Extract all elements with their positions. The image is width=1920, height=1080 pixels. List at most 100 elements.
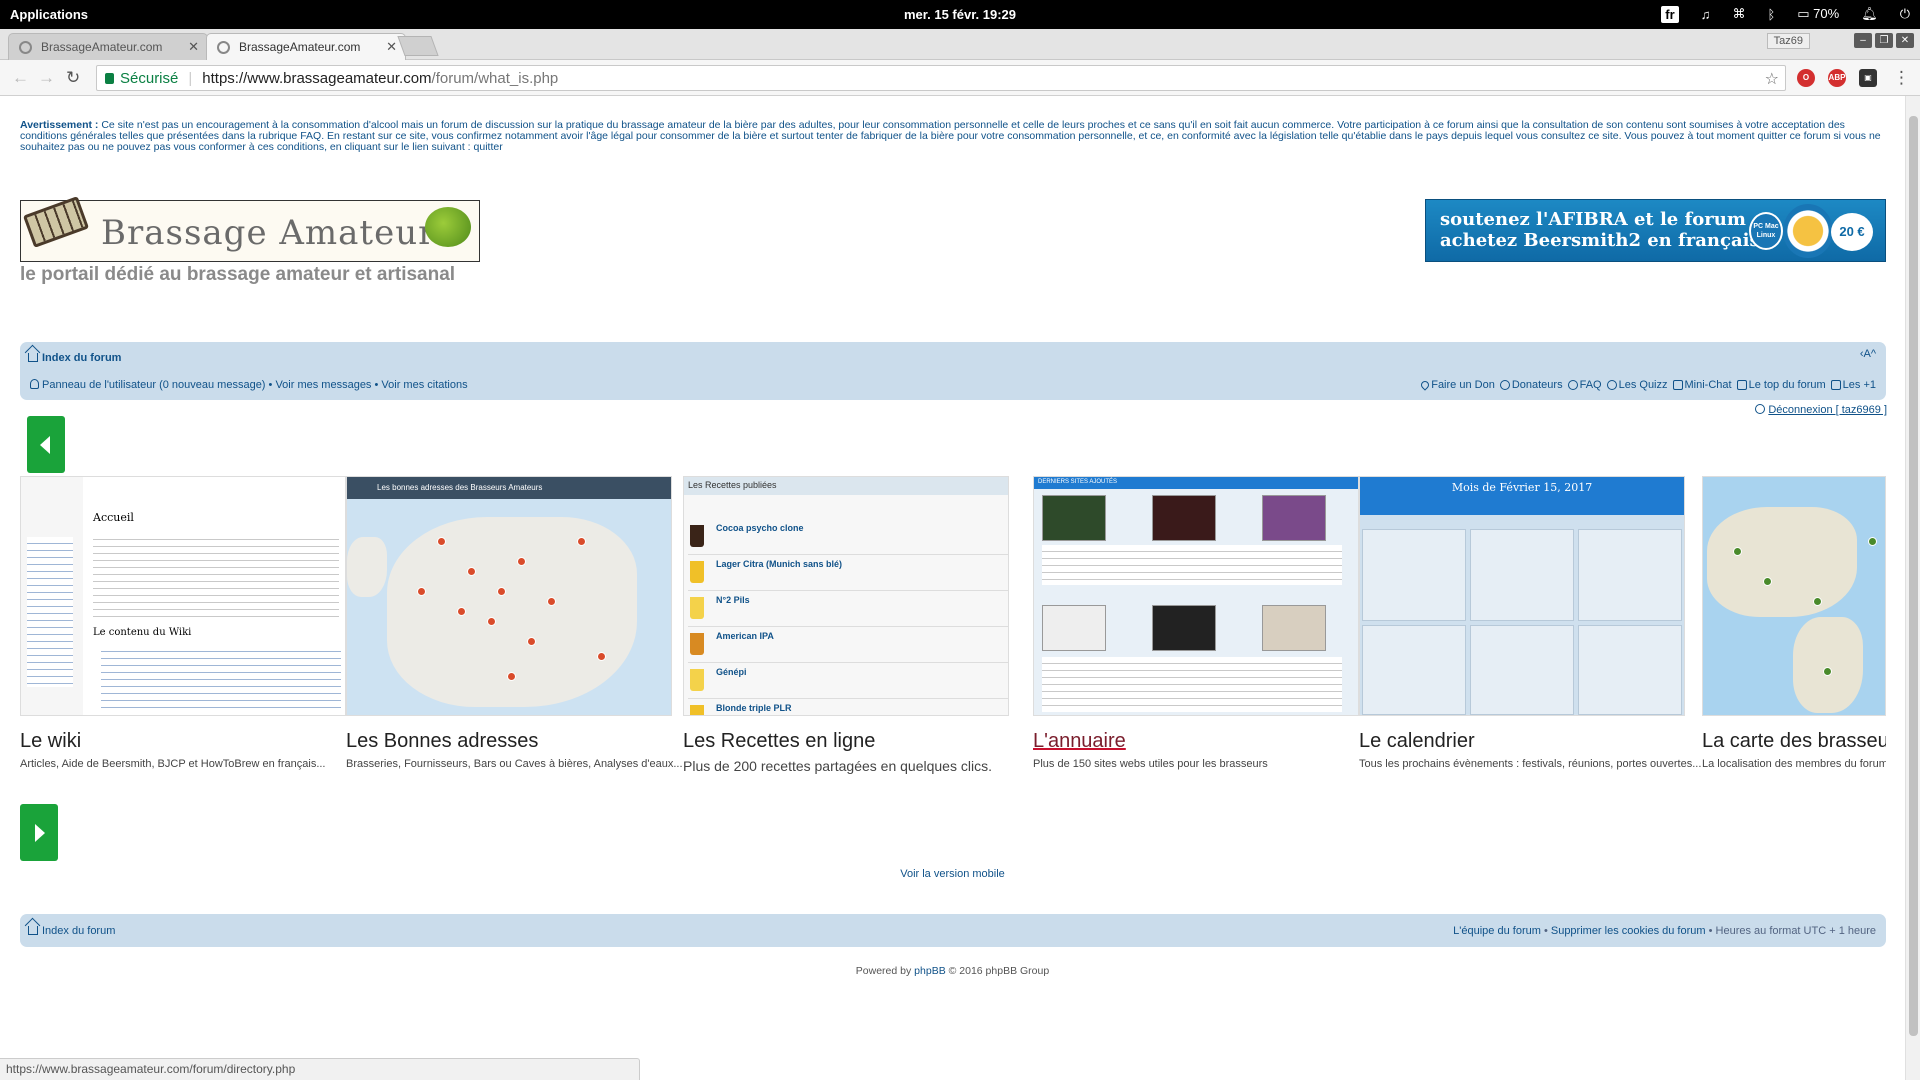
site-preview[interactable] [1042,495,1106,541]
carousel-next-button[interactable] [20,804,58,861]
bookmark-star-icon[interactable]: ☆ [1765,69,1779,89]
minimize-button[interactable]: – [1854,33,1872,48]
addresses-map-thumbnail[interactable]: Les bonnes adresses des Brasseurs Amateu… [346,476,672,716]
font-size-toggle[interactable]: ‹A^ [1860,348,1876,360]
card-title[interactable]: Le calendrier [1359,730,1475,753]
afibra-banner[interactable]: soutenez l'AFIBRA et le forum achetez Be… [1425,199,1886,262]
map-pin[interactable] [1868,537,1877,546]
calendar-thumbnail[interactable]: Mois de Février 15, 2017 [1359,476,1685,716]
forward-arrow-icon[interactable]: → [38,68,55,88]
quit-link[interactable]: quitter [474,141,503,153]
calendar-day[interactable] [1362,625,1466,715]
network-icon[interactable]: ⌘ [1732,6,1745,22]
calendar-day[interactable] [1362,529,1466,621]
map-pin[interactable] [507,672,516,681]
breadcrumb-index[interactable]: Index du forum [28,352,121,364]
my-messages-link[interactable]: Voir mes messages [275,379,371,391]
bluetooth-icon[interactable]: ᛒ [1767,7,1775,22]
quizz-label: Les Quizz [1618,379,1668,391]
footer-breadcrumb-index[interactable]: Index du forum [28,925,115,937]
recipe-name: Lager Citra (Munich sans blé) [716,559,843,569]
reload-icon[interactable]: ↻ [66,68,80,88]
map-pin[interactable] [1733,547,1742,556]
site-logo[interactable]: Brassage Amateur [20,196,480,262]
clock[interactable]: mer. 15 févr. 19:29 [0,7,1920,22]
extension-icon[interactable]: ▣ [1859,69,1877,87]
site-preview[interactable] [1262,605,1326,651]
battery-indicator[interactable]: ▭ 70% [1797,6,1839,22]
adblock-extension-icon[interactable]: ABP [1828,69,1846,87]
recipe-row[interactable]: Cocoa psycho clone [688,521,1008,555]
keyboard-layout-indicator[interactable]: fr [1661,5,1679,23]
recipe-row[interactable]: American IPA [688,629,1008,663]
plus-one-link[interactable]: Les +1 [1830,379,1876,391]
top-forum-link[interactable]: Le top du forum [1736,379,1826,391]
close-tab-icon[interactable]: ✕ [386,39,397,55]
browser-tab[interactable]: BrassageAmateur.com ✕ [8,33,208,60]
new-tab-button[interactable] [397,36,439,56]
site-preview[interactable] [1152,605,1216,651]
wiki-thumbnail[interactable]: Accueil Le contenu du Wiki [20,476,346,716]
recipe-row[interactable]: Génépi [688,665,1008,699]
map-pin[interactable] [597,652,606,661]
map-pin[interactable] [577,537,586,546]
calendar-day[interactable] [1578,529,1682,621]
logout-link[interactable]: Déconnexion [ taz6969 ] [1755,404,1887,416]
maximize-button[interactable]: ❐ [1875,33,1893,48]
site-preview[interactable] [1152,495,1216,541]
map-pin[interactable] [467,567,476,576]
opera-extension-icon[interactable]: O [1797,69,1815,87]
map-pin[interactable] [547,597,556,606]
power-icon[interactable]: ⏻ [1900,6,1910,22]
map-pin[interactable] [1813,597,1822,606]
browser-tab-active[interactable]: BrassageAmateur.com ✕ [206,33,406,60]
brewers-map-thumbnail[interactable] [1702,476,1886,716]
address-bar[interactable]: Sécurisé | https://www.brassageamateur.com… [96,65,1786,91]
map-pin[interactable] [497,587,506,596]
calendar-day[interactable] [1470,529,1574,621]
calendar-day[interactable] [1578,625,1682,715]
map-pin[interactable] [487,617,496,626]
forum-team-link[interactable]: L'équipe du forum [1453,925,1541,937]
directory-thumbnail[interactable]: DERNIERS SITES AJOUTÉS [1033,476,1359,716]
minichat-link[interactable]: Mini-Chat [1672,379,1732,391]
card-title[interactable]: Le wiki [20,730,81,753]
donate-link[interactable]: Faire un Don [1419,379,1495,391]
map-pin[interactable] [517,557,526,566]
recipes-thumbnail[interactable]: Les Recettes publiées Cocoa psycho clone… [683,476,1009,716]
faq-nav-link[interactable]: FAQ [1567,379,1602,391]
back-arrow-icon[interactable]: ← [12,68,29,88]
recipe-row[interactable]: Lager Citra (Munich sans blé) [688,557,1008,591]
donors-link[interactable]: Donateurs [1499,379,1563,391]
my-citations-link[interactable]: Voir mes citations [381,379,467,391]
site-preview[interactable] [1042,605,1106,651]
map-pin[interactable] [527,637,536,646]
phpbb-link[interactable]: phpBB [914,965,946,977]
vertical-scrollbar[interactable] [1905,96,1920,1080]
close-tab-icon[interactable]: ✕ [188,39,199,55]
delete-cookies-link[interactable]: Supprimer les cookies du forum [1551,925,1706,937]
card-title[interactable]: La carte des brasseurs [1702,730,1886,753]
carousel-prev-button[interactable] [27,416,65,473]
volume-icon[interactable]: ♫ [1701,7,1711,22]
recipe-row[interactable]: N°2 Pils [688,593,1008,627]
recipe-row[interactable]: Blonde triple PLR [688,701,1008,715]
browser-menu-icon[interactable]: ⋮ [1893,68,1910,88]
close-window-button[interactable]: ✕ [1896,33,1914,48]
card-title[interactable]: L'annuaire [1033,730,1126,753]
map-pin[interactable] [437,537,446,546]
user-panel-link[interactable]: Panneau de l'utilisateur [42,379,156,391]
scrollbar-thumb[interactable] [1909,116,1918,1036]
calendar-day[interactable] [1470,625,1574,715]
site-preview[interactable] [1262,495,1326,541]
mobile-version-link[interactable]: Voir la version mobile [0,868,1905,880]
quizz-link[interactable]: Les Quizz [1606,379,1668,391]
map-pin[interactable] [417,587,426,596]
map-pin[interactable] [1823,667,1832,676]
map-pin[interactable] [457,607,466,616]
profile-badge[interactable]: Taz69 [1766,33,1810,49]
card-title[interactable]: Les Recettes en ligne [683,730,875,753]
card-title[interactable]: Les Bonnes adresses [346,730,538,753]
notifications-icon[interactable]: 🔔︎ [1861,6,1878,22]
map-pin[interactable] [1763,577,1772,586]
